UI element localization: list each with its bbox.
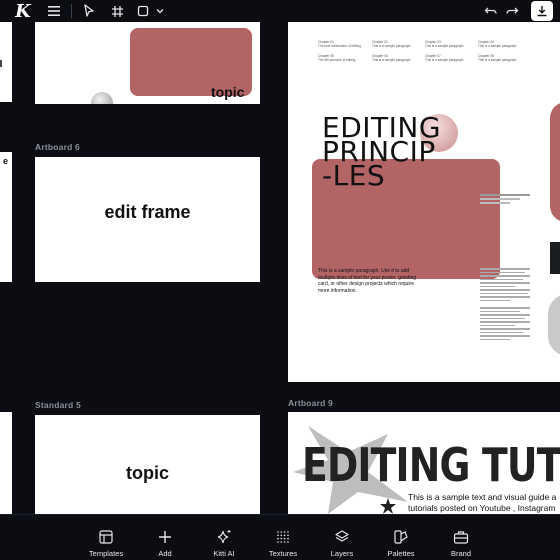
side-text-block <box>480 194 530 204</box>
chapter-item: Chapter 04 This is a sample paragraph <box>478 40 517 49</box>
poster-artboard[interactable]: Chapter 01 The best information of editin… <box>288 22 560 382</box>
left-edge-text: e <box>3 156 9 166</box>
toolbar-divider <box>71 4 72 18</box>
bottom-toolbar: Templates Add Kitti AI Textures Layers P… <box>0 514 560 560</box>
plus-icon <box>158 529 172 545</box>
layers-icon <box>334 529 350 545</box>
artboard-9-title: EDITING TUTORI <box>302 438 560 492</box>
gray-sphere <box>91 92 113 104</box>
nav-kitti-ai[interactable]: Kitti AI <box>199 529 249 558</box>
nav-layers[interactable]: Layers <box>317 529 367 558</box>
artboard-9-body: This is a sample text and visual guide a… <box>408 492 557 513</box>
nav-label: Textures <box>268 549 298 558</box>
nav-brand[interactable]: Brand <box>436 529 486 558</box>
partial-artboard-left-bottom[interactable] <box>0 412 12 514</box>
texture-grid-icon <box>276 529 290 545</box>
chapter-item: Chapter 05 The 4th principle of editing <box>318 54 356 63</box>
nav-label: Add <box>158 549 172 558</box>
chapter-item: Chapter 03 This is a sample paragraph <box>425 40 464 49</box>
nav-templates[interactable]: Templates <box>81 529 131 558</box>
cursor-arrow-icon[interactable] <box>80 2 98 20</box>
artboard-9-label: Artboard 9 <box>288 398 333 408</box>
undo-arrow-icon[interactable] <box>480 2 500 20</box>
chapter-item: Chapter 02 This is a sample paragraph <box>372 40 411 49</box>
chapter-item: Chapter 08 This is a sample paragraph <box>478 54 517 63</box>
nav-add[interactable]: Add <box>140 529 190 558</box>
nav-label: Kitti AI <box>213 549 235 558</box>
square-icon[interactable] <box>134 2 152 20</box>
download-button[interactable] <box>531 1 553 21</box>
sparkle-icon <box>216 529 232 545</box>
chevron-down-icon[interactable] <box>154 2 166 20</box>
left-edge-marker <box>0 60 2 67</box>
partial-artboard-left-mid[interactable]: e <box>0 152 12 282</box>
nav-label: Layers <box>330 549 354 558</box>
artboard-top[interactable]: topic <box>35 22 260 104</box>
editor-app: K e topic Artboard 6 edit frame Standard… <box>0 0 560 560</box>
briefcase-icon <box>453 529 469 545</box>
standard-5-text: topic <box>126 463 169 483</box>
palette-icon <box>393 529 409 545</box>
pink-arc <box>550 102 560 222</box>
star-icon <box>380 498 396 514</box>
gray-shape <box>548 294 560 356</box>
chapter-item: Chapter 07 This is a sample paragraph <box>425 54 464 63</box>
poster-title: EDITING PRINCIP -LES <box>322 111 442 192</box>
top-toolbar: K <box>0 0 560 22</box>
nav-label: Templates <box>88 549 124 558</box>
side-text-column <box>480 268 530 342</box>
artboard-9[interactable]: EDITING TUTORI This is a sample text and… <box>288 412 560 514</box>
app-logo[interactable]: K <box>14 1 32 22</box>
nav-label: Palettes <box>387 549 415 558</box>
hamburger-menu-icon[interactable] <box>44 2 64 20</box>
redo-arrow-icon[interactable] <box>502 2 522 20</box>
artboard-6-text: edit frame <box>104 202 191 222</box>
artboard-6-label: Artboard 6 <box>35 142 80 152</box>
nav-label: Brand <box>450 549 471 558</box>
chapter-item: Chapter 06 This is a sample paragraph <box>372 54 411 63</box>
standard-5-artboard[interactable]: topic <box>35 415 260 514</box>
download-icon <box>537 6 547 17</box>
templates-layout-icon <box>99 529 113 545</box>
frame-hash-icon[interactable] <box>108 2 126 20</box>
chapter-item: Chapter 01 The best information of editin… <box>318 40 361 49</box>
standard-5-label: Standard 5 <box>35 400 81 410</box>
artboard-6[interactable]: edit frame <box>35 157 260 282</box>
poster-paragraph: This is a sample paragraph. Use it to ad… <box>318 268 417 294</box>
nav-palettes[interactable]: Palettes <box>376 529 426 558</box>
nav-textures[interactable]: Textures <box>258 529 308 558</box>
dark-tab <box>550 242 560 274</box>
topic-text: topic <box>211 84 245 100</box>
